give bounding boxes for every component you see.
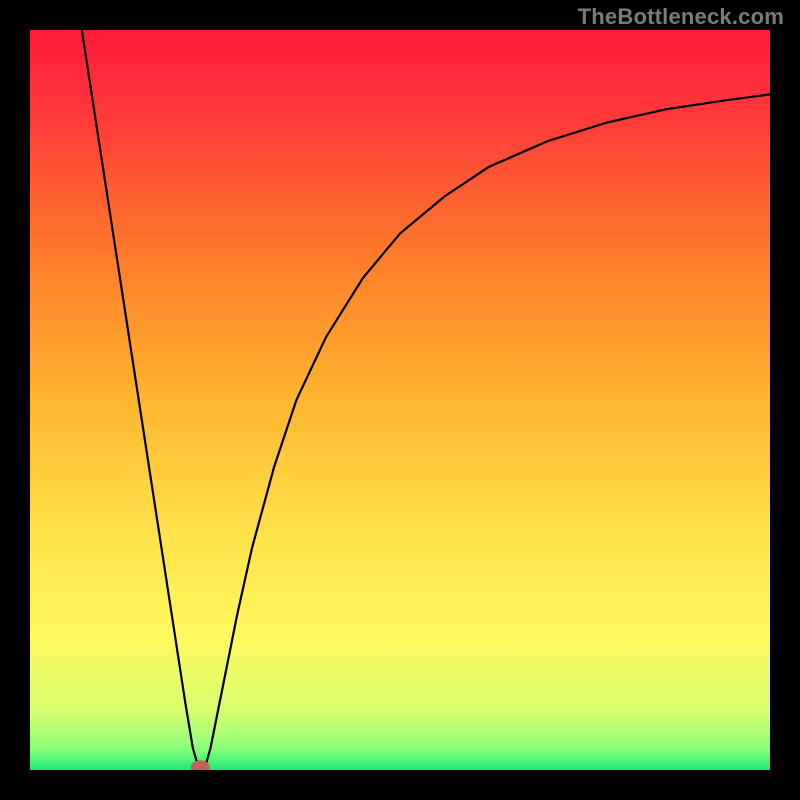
chart-svg	[30, 30, 770, 770]
gradient-background	[30, 30, 770, 770]
chart-frame: TheBottleneck.com	[0, 0, 800, 800]
plot-area	[30, 30, 770, 770]
watermark-text: TheBottleneck.com	[578, 4, 784, 30]
